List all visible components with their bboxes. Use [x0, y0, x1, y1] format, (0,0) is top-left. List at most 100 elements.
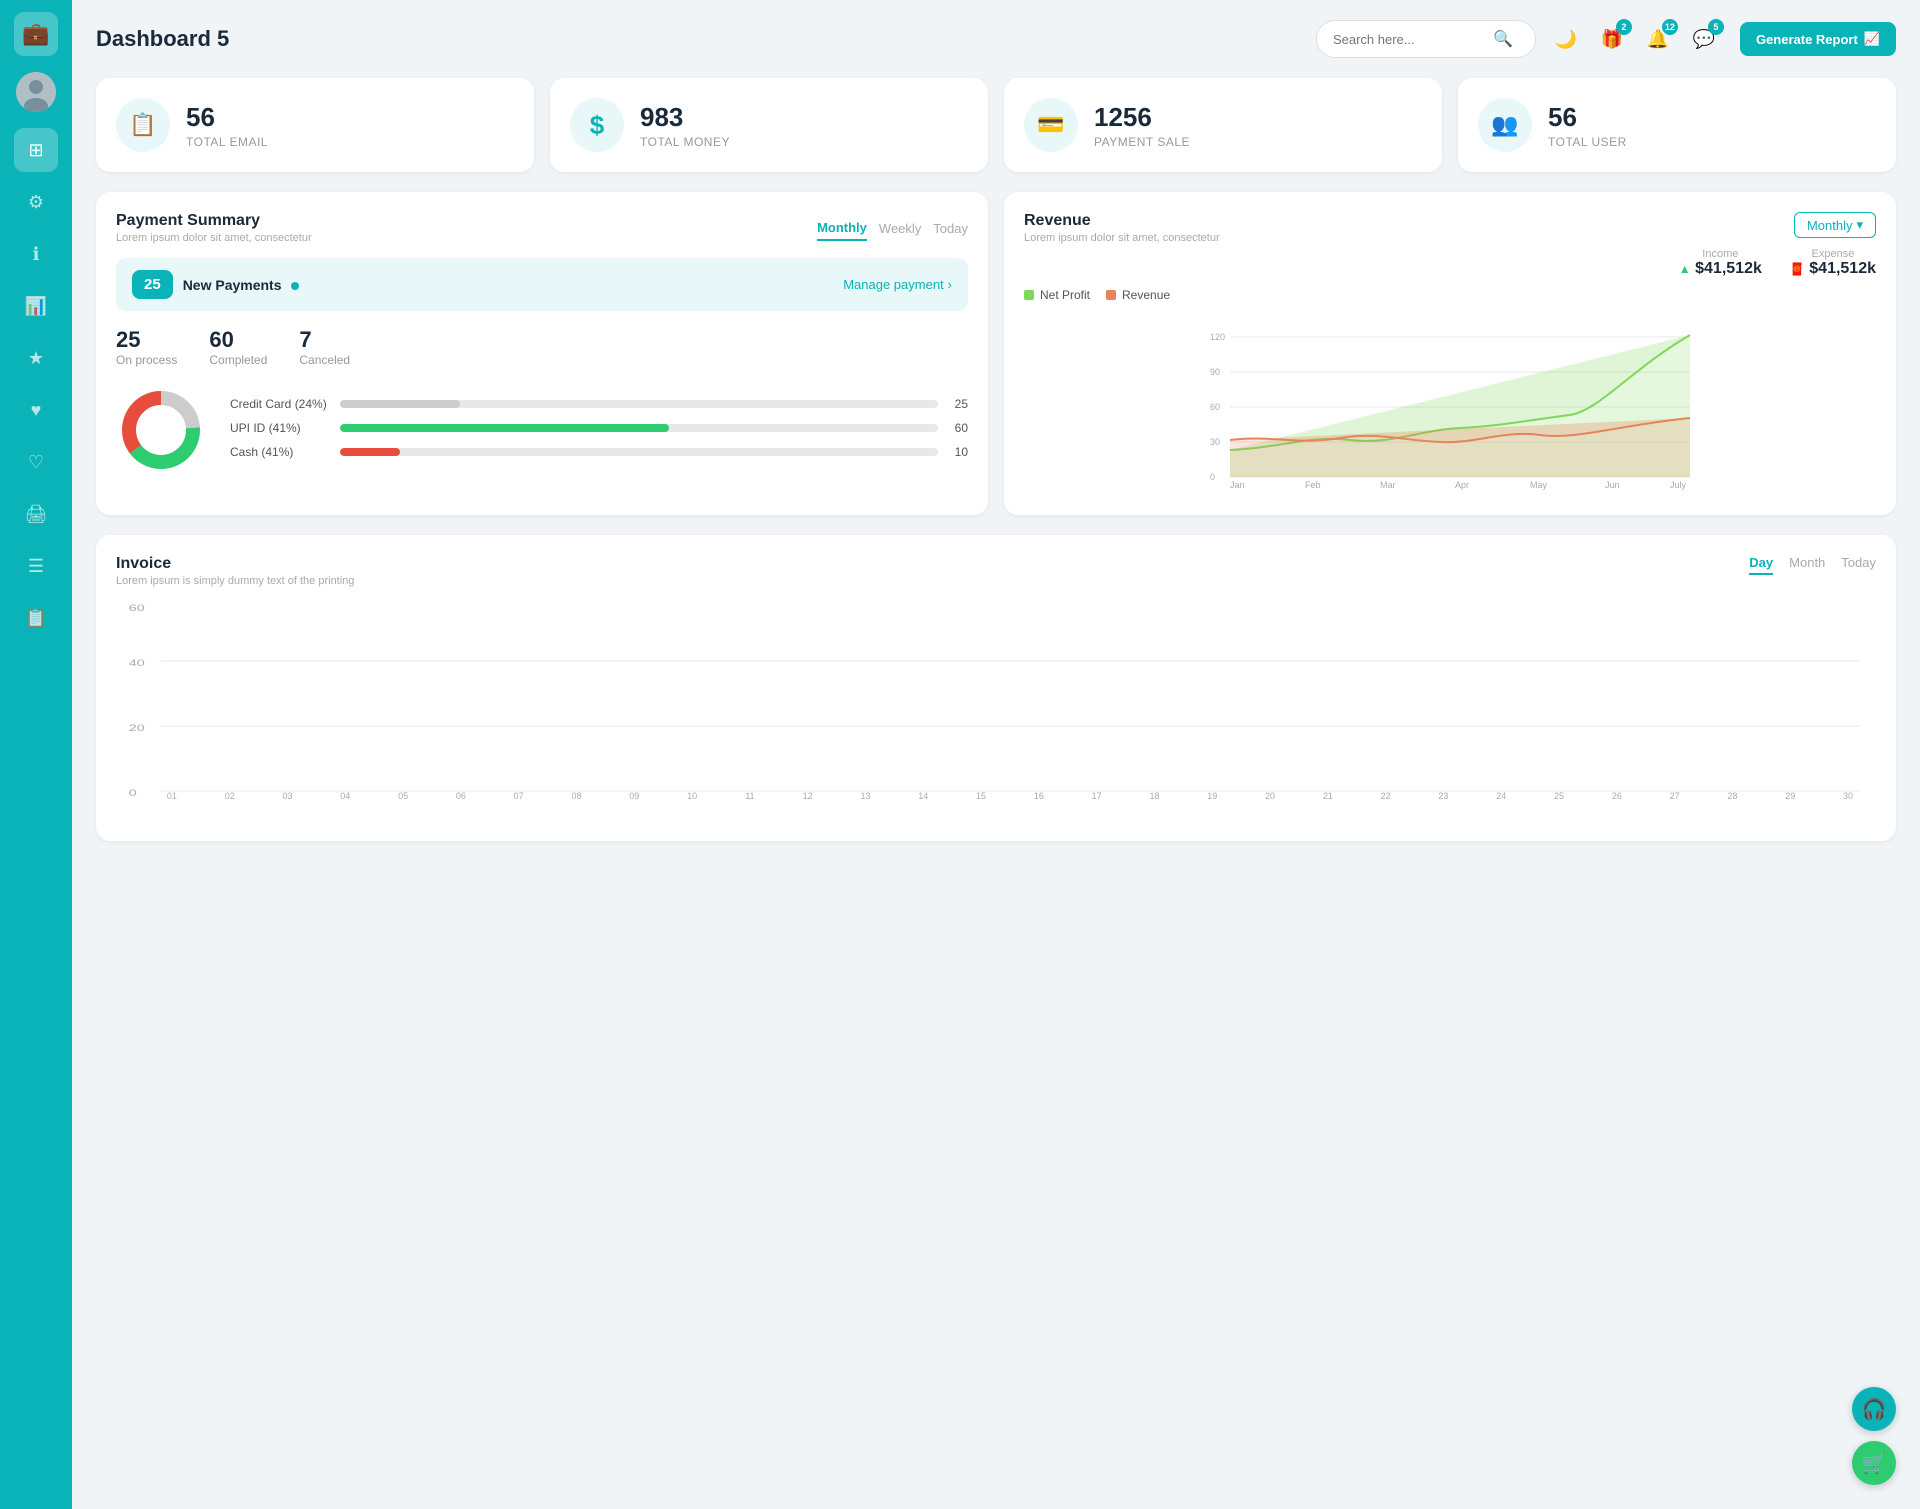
sidebar-item-heart2[interactable]: ♡ [14, 440, 58, 484]
invoice-bar-label: 04 [340, 791, 350, 801]
payment-value: 1256 [1094, 102, 1190, 133]
revenue-monthly-dropdown[interactable]: Monthly ▾ [1794, 212, 1876, 238]
sidebar-item-list[interactable]: 📋 [14, 596, 58, 640]
invoice-tab-day[interactable]: Day [1749, 555, 1773, 575]
float-buttons: 🎧 🛒 [1852, 1387, 1896, 1485]
sidebar-item-chart[interactable]: 📊 [14, 284, 58, 328]
money-icon: $ [570, 98, 624, 152]
invoice-tab-month[interactable]: Month [1789, 555, 1825, 575]
bell-icon-btn[interactable]: 🔔 12 [1640, 21, 1676, 57]
email-value: 56 [186, 102, 268, 133]
invoice-bar-label: 16 [1034, 791, 1044, 801]
sidebar-item-info[interactable]: ℹ [14, 232, 58, 276]
bar-label-credit: Credit Card (24%) [230, 397, 330, 411]
invoice-bar-item: 15 [953, 788, 1009, 801]
svg-text:Jan: Jan [1230, 480, 1245, 490]
invoice-bar-label: 11 [745, 791, 754, 801]
invoice-bar-label: 02 [225, 791, 235, 801]
revenue-header: Revenue Lorem ipsum dolor sit amet, cons… [1024, 212, 1876, 278]
tab-today[interactable]: Today [933, 217, 968, 240]
invoice-bar-item: 22 [1358, 788, 1414, 801]
page-title: Dashboard 5 [96, 26, 1316, 52]
canceled-value: 7 [299, 327, 350, 353]
main-content: Dashboard 5 🔍 🌙 🎁 2 🔔 12 💬 5 Generate Re… [72, 0, 1920, 1509]
chat-icon-btn[interactable]: 💬 5 [1686, 21, 1722, 57]
new-payments-row: 25 New Payments Manage payment › [116, 258, 968, 311]
generate-report-button[interactable]: Generate Report 📈 [1740, 22, 1896, 56]
invoice-bar-label: 14 [918, 791, 928, 801]
invoice-bar-label: 06 [456, 791, 466, 801]
svg-text:Apr: Apr [1455, 480, 1469, 490]
svg-text:July: July [1670, 480, 1687, 490]
search-input[interactable] [1333, 32, 1493, 47]
middle-row: Payment Summary Lorem ipsum dolor sit am… [96, 192, 1896, 515]
sidebar: 💼 ⊞ ⚙ ℹ 📊 ★ ♥ ♡ 🖨 ☰ 📋 [0, 0, 72, 1509]
bar-row-cash: Cash (41%) 10 [230, 445, 968, 459]
svg-text:May: May [1530, 480, 1548, 490]
bar-track-upi [340, 424, 938, 432]
sidebar-item-settings[interactable]: ⚙ [14, 180, 58, 224]
invoice-bar-label: 08 [571, 791, 581, 801]
invoice-bar-label: 26 [1612, 791, 1622, 801]
sidebar-logo[interactable]: 💼 [14, 12, 58, 56]
user-label: TOTAL USER [1548, 135, 1627, 149]
expense-label: Expense [1790, 248, 1876, 260]
sidebar-item-dashboard[interactable]: ⊞ [14, 128, 58, 172]
user-icon: 👥 [1478, 98, 1532, 152]
bar-fill-cash [340, 448, 400, 456]
manage-payment-link[interactable]: Manage payment › [843, 277, 952, 292]
invoice-bar-item: 28 [1705, 788, 1761, 801]
on-process-stat: 25 On process [116, 327, 177, 367]
income-value: ▲ $41,512k [1679, 260, 1762, 278]
sidebar-item-print[interactable]: 🖨 [14, 492, 58, 536]
new-payments-label: New Payments [183, 277, 300, 293]
bar-fill-credit [340, 400, 460, 408]
search-bar[interactable]: 🔍 [1316, 20, 1536, 58]
gift-icon-btn[interactable]: 🎁 2 [1594, 21, 1630, 57]
tab-weekly[interactable]: Weekly [879, 217, 921, 240]
svg-text:30: 30 [1210, 437, 1220, 447]
invoice-bar-item: 26 [1589, 788, 1645, 801]
payment-bars: Credit Card (24%) 25 UPI ID (41%) 60 [230, 397, 968, 469]
svg-text:90: 90 [1210, 367, 1220, 377]
bar-label-cash: Cash (41%) [230, 445, 330, 459]
payment-summary-tabs: Monthly Weekly Today [817, 216, 968, 241]
bar-fill-upi [340, 424, 669, 432]
invoice-bar-label: 18 [1149, 791, 1159, 801]
on-process-label: On process [116, 353, 177, 367]
invoice-bar-item: 13 [838, 788, 894, 801]
invoice-bar-item: 20 [1242, 788, 1298, 801]
stat-card-money: $ 983 TOTAL MONEY [550, 78, 988, 172]
invoice-tab-today[interactable]: Today [1841, 555, 1876, 575]
income-label: Income [1679, 248, 1762, 260]
sidebar-item-heart[interactable]: ♥ [14, 388, 58, 432]
new-payments-dot [291, 282, 299, 290]
svg-text:Jun: Jun [1605, 480, 1620, 490]
revenue-chart: 0 30 60 90 120 [1024, 310, 1876, 495]
support-float-button[interactable]: 🎧 [1852, 1387, 1896, 1431]
invoice-bar-label: 05 [398, 791, 408, 801]
sidebar-item-star[interactable]: ★ [14, 336, 58, 380]
invoice-bar-item: 02 [202, 788, 258, 801]
avatar[interactable] [16, 72, 56, 112]
invoice-bar-label: 01 [167, 791, 177, 801]
bar-track-cash [340, 448, 938, 456]
sidebar-item-menu[interactable]: ☰ [14, 544, 58, 588]
invoice-bar-item: 19 [1184, 788, 1240, 801]
legend-net-profit: Net Profit [1024, 288, 1090, 302]
canceled-label: Canceled [299, 353, 350, 367]
invoice-bar-label: 15 [976, 791, 986, 801]
cart-float-button[interactable]: 🛒 [1852, 1441, 1896, 1485]
invoice-bar-item: 27 [1647, 788, 1703, 801]
invoice-bar-item: 11 [722, 788, 778, 801]
invoice-bar-item: 17 [1069, 788, 1125, 801]
generate-report-label: Generate Report [1756, 32, 1858, 47]
bar-row-credit: Credit Card (24%) 25 [230, 397, 968, 411]
dark-mode-toggle[interactable]: 🌙 [1548, 21, 1584, 57]
svg-text:40: 40 [129, 658, 145, 668]
bar-count-credit: 25 [948, 397, 968, 411]
tab-monthly[interactable]: Monthly [817, 216, 867, 241]
invoice-bar-label: 21 [1323, 791, 1333, 801]
money-label: TOTAL MONEY [640, 135, 730, 149]
legend-label-net-profit: Net Profit [1040, 288, 1090, 302]
